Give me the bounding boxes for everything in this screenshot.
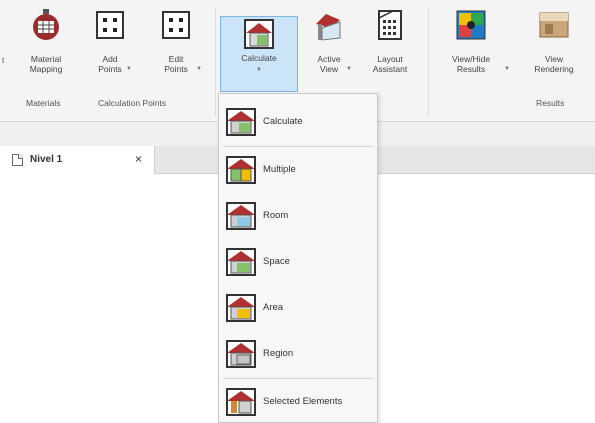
group-label-calculation-points: Calculation Points <box>98 98 167 108</box>
menu-item-label: Area <box>263 302 284 313</box>
menu-item-selected-elements[interactable]: Selected Elements <box>221 382 375 422</box>
menu-item-label: Space <box>263 256 290 267</box>
calculate-button[interactable]: Calculate ▼ <box>220 16 298 92</box>
menu-item-label: Calculate <box>263 116 303 127</box>
ribbon-separator <box>428 8 429 116</box>
material-mapping-label: Material Mapping <box>29 54 63 74</box>
view-rendering-button[interactable]: View Rendering <box>522 6 586 96</box>
menu-item-region[interactable]: Region <box>221 334 375 374</box>
view-hide-results-icon <box>456 10 486 40</box>
group-label-materials: Materials <box>26 98 61 108</box>
view-rendering-label: View Rendering <box>534 54 574 74</box>
area-icon <box>226 294 256 322</box>
add-points-button[interactable]: Add Points ▼ <box>88 6 132 96</box>
menu-item-label: Multiple <box>263 164 296 175</box>
layout-assistant-label: Layout Assistant <box>372 54 408 74</box>
room-icon <box>226 202 256 230</box>
active-view-button[interactable]: Active View ▼ <box>306 6 352 96</box>
menu-item-calculate[interactable]: Calculate <box>221 102 375 142</box>
add-points-icon <box>96 11 124 39</box>
menu-separator <box>223 146 373 147</box>
calculate-dropdown-menu: Calculate Multiple Room Space Area Regio… <box>218 93 378 423</box>
menu-item-space[interactable]: Space <box>221 242 375 282</box>
view-hide-results-button[interactable]: View/Hide Results ▼ <box>438 6 510 96</box>
menu-item-room[interactable]: Room <box>221 196 375 236</box>
document-icon <box>12 154 23 166</box>
active-view-icon <box>316 14 341 41</box>
region-icon <box>226 340 256 368</box>
edit-points-icon <box>162 11 190 39</box>
view-hide-results-dropdown-icon: ▼ <box>504 66 510 72</box>
menu-item-area[interactable]: Area <box>221 288 375 328</box>
space-icon <box>226 248 256 276</box>
calculate-icon <box>244 19 274 49</box>
view-hide-results-label: View/Hide Results <box>451 54 491 74</box>
menu-separator <box>223 378 373 379</box>
selected-elements-icon <box>226 388 256 416</box>
calculate-dropdown-icon: ▼ <box>256 67 262 73</box>
layout-assistant-icon <box>378 10 402 40</box>
menu-item-label: Region <box>263 348 294 359</box>
group-label-results: Results <box>536 98 565 108</box>
document-tab-label: Nivel 1 <box>30 154 63 165</box>
multiple-icon <box>226 156 256 184</box>
layout-assistant-button[interactable]: Layout Assistant <box>364 6 416 96</box>
edit-points-dropdown-icon: ▼ <box>196 66 202 72</box>
menu-item-multiple[interactable]: Multiple <box>221 150 375 190</box>
document-tab-nivel-1[interactable]: Nivel 1 × <box>0 146 155 174</box>
calculate-icon <box>226 108 256 136</box>
menu-item-label: Selected Elements <box>263 396 343 407</box>
material-mapping-button[interactable]: Material Mapping <box>22 6 70 96</box>
ribbon-separator <box>215 8 216 116</box>
view-rendering-icon <box>539 12 569 38</box>
calculate-label: Calculate <box>241 53 277 63</box>
edit-points-button[interactable]: Edit Points ▼ <box>150 6 202 96</box>
active-view-dropdown-icon: ▼ <box>346 66 352 72</box>
app-window: t Material Mapping Add Points ▼ Edit Poi… <box>0 0 595 423</box>
close-icon[interactable]: × <box>135 152 142 166</box>
edit-points-label: Edit Points <box>164 54 188 74</box>
ribbon-cut-label: t <box>2 56 5 65</box>
menu-item-label: Room <box>263 210 289 221</box>
add-points-dropdown-icon: ▼ <box>126 66 132 72</box>
material-mapping-icon <box>33 9 59 40</box>
